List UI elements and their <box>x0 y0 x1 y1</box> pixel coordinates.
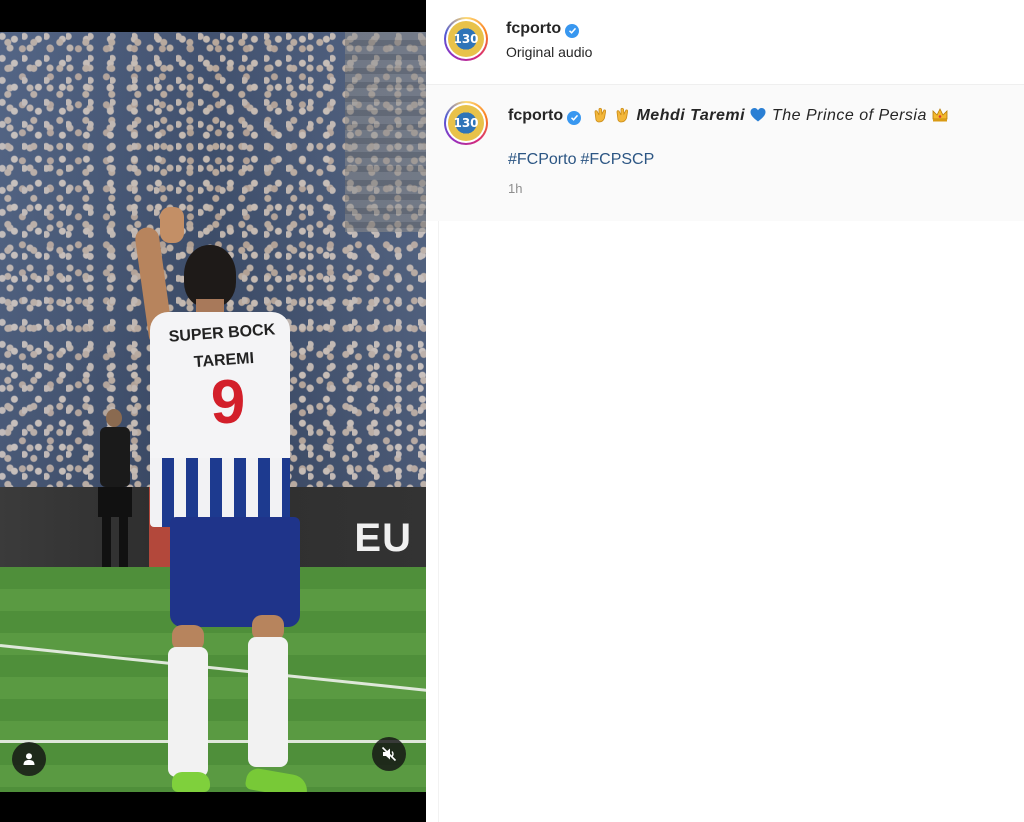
verified-badge-icon <box>565 23 580 38</box>
hashtag-link[interactable]: #FCPorto <box>508 151 576 168</box>
hashtag-link[interactable]: #FCPSCP <box>580 151 654 168</box>
player-head <box>184 245 236 307</box>
speaker-muted-icon <box>381 746 397 762</box>
avatar-inner: 130 <box>446 103 486 143</box>
username: fcporto <box>506 20 562 37</box>
video-frame: EU SUPER BOCK TAREMI 9 <box>0 32 426 792</box>
user-icon <box>23 753 35 765</box>
avatar-inner: 130 <box>446 19 486 59</box>
referee-legs <box>102 517 128 567</box>
board-text: EU <box>354 516 412 560</box>
crown-icon <box>931 107 949 124</box>
stadium-stairs <box>345 32 426 232</box>
caption-username-link[interactable]: fcporto <box>508 107 582 125</box>
player-boot <box>172 772 210 792</box>
username-link[interactable]: fcporto <box>506 20 580 38</box>
hashtag-list: #FCPorto #FCPSCP <box>508 151 658 169</box>
player-shorts <box>170 517 300 627</box>
divider <box>438 221 439 822</box>
post-sidebar: 130 fcporto Original audio 130 fcporto M… <box>426 0 1024 822</box>
player-boot <box>244 766 310 792</box>
club-crest-icon: 130 <box>448 21 484 57</box>
mute-button[interactable] <box>372 737 406 771</box>
referee-figure <box>92 409 136 567</box>
caption: fcporto Mehdi Taremi The Prince of Persi… <box>508 106 949 125</box>
avatar[interactable]: 130 <box>444 101 488 145</box>
caption-section: 130 fcporto Mehdi Taremi The Prince of P… <box>426 85 1024 221</box>
audio-link[interactable]: Original audio <box>506 44 592 60</box>
caption-text: The Prince of Persia <box>771 107 927 124</box>
tagged-users-button[interactable] <box>12 742 46 776</box>
player-sock <box>168 647 208 777</box>
club-crest-icon: 130 <box>448 105 484 141</box>
post-media[interactable]: EU SUPER BOCK TAREMI 9 <box>0 0 426 822</box>
referee-shorts <box>98 487 132 517</box>
referee-body <box>100 427 130 487</box>
player-hand <box>160 207 184 243</box>
referee-head <box>106 409 122 427</box>
caption-player-name: Mehdi Taremi <box>636 107 746 124</box>
post-header: 130 fcporto Original audio <box>426 0 1024 85</box>
verified-badge-icon <box>567 110 582 125</box>
blue-heart-icon <box>749 107 771 124</box>
avatar[interactable]: 130 <box>444 17 488 61</box>
player-sock <box>248 637 288 767</box>
username: fcporto <box>508 107 564 124</box>
player-figure: SUPER BOCK TAREMI 9 <box>133 207 310 792</box>
clapping-hands-icon <box>614 107 636 124</box>
shirt-number: 9 <box>210 368 246 437</box>
post-timestamp[interactable]: 1h <box>508 181 522 196</box>
clapping-hands-icon <box>592 107 614 124</box>
